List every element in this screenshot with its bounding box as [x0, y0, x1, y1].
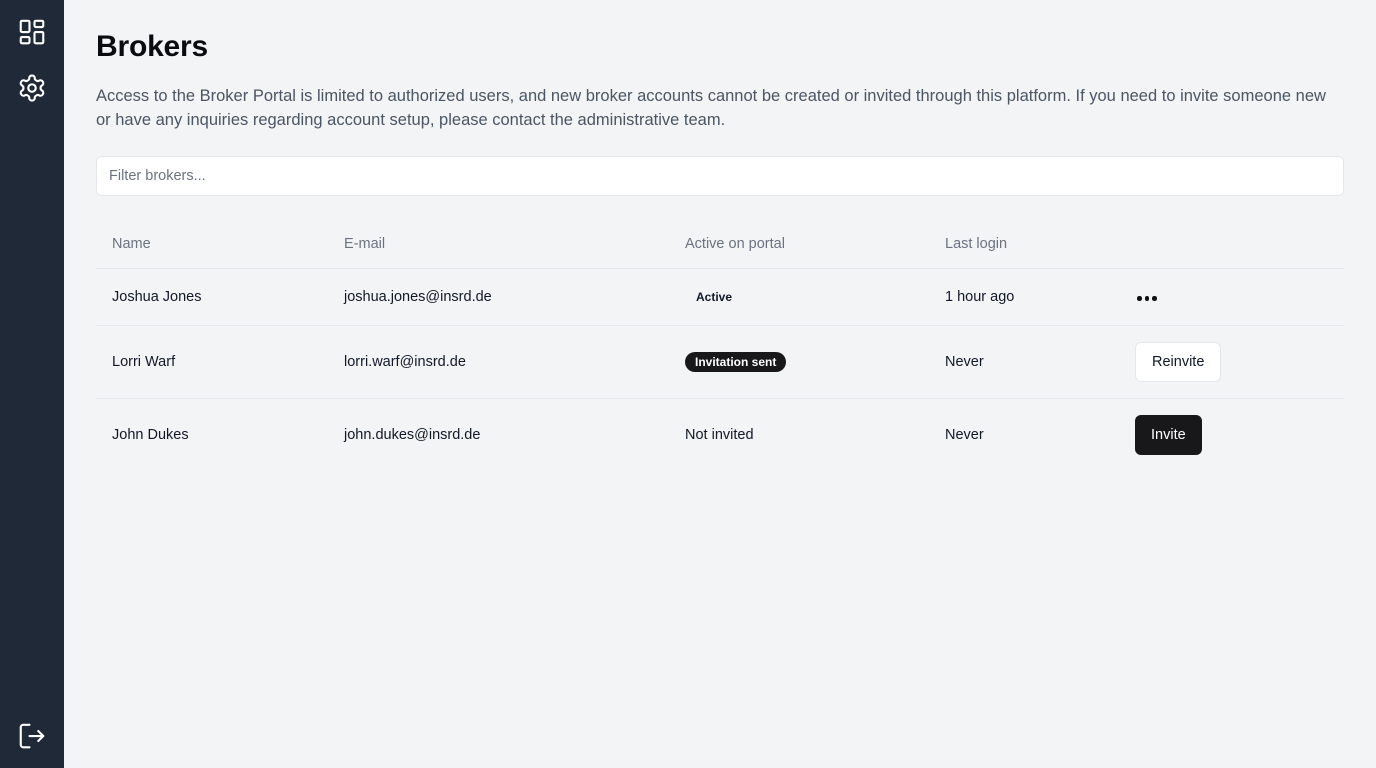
table-row: John Dukes john.dukes@insrd.de Not invit… [96, 398, 1344, 471]
broker-email: lorri.warf@insrd.de [328, 325, 669, 399]
dashboard-icon[interactable] [16, 16, 48, 48]
invite-button[interactable]: Invite [1135, 414, 1202, 455]
table-row: Lorri Warf lorri.warf@insrd.de Invitatio… [96, 325, 1344, 399]
table-header-row: Name E-mail Active on portal Last login [96, 220, 1344, 269]
table-row: Joshua Jones joshua.jones@insrd.de Activ… [96, 268, 1344, 326]
last-login: Never [945, 426, 984, 443]
status-badge: Active [696, 289, 733, 304]
column-header-active-on-portal[interactable]: Active on portal [669, 220, 929, 269]
page-title: Brokers [96, 30, 208, 63]
column-header-email[interactable]: E-mail [328, 220, 669, 269]
status-badge: Invitation sent [685, 351, 787, 372]
filter-brokers-input[interactable] [96, 156, 1344, 196]
column-header-last-login[interactable]: Last login [929, 220, 1119, 269]
gear-icon[interactable] [16, 72, 48, 104]
brokers-table: Name E-mail Active on portal Last login … [96, 220, 1344, 471]
status-text: Not invited [685, 426, 754, 443]
sidebar [0, 0, 64, 768]
last-login: Never [929, 325, 1119, 399]
broker-name: Joshua Jones [96, 268, 328, 326]
broker-email: john.dukes@insrd.de [344, 426, 481, 443]
logout-icon[interactable] [16, 720, 48, 752]
more-options-icon[interactable] [1135, 292, 1159, 305]
last-login: 1 hour ago [929, 268, 1119, 326]
column-header-name[interactable]: Name [96, 220, 328, 269]
page-description: Access to the Broker Portal is limited t… [96, 87, 1326, 129]
column-header-actions [1119, 220, 1344, 269]
broker-name: Lorri Warf [96, 325, 328, 399]
broker-name: John Dukes [112, 426, 189, 443]
broker-email: joshua.jones@insrd.de [328, 268, 669, 326]
reinvite-button[interactable]: Reinvite [1135, 341, 1222, 382]
